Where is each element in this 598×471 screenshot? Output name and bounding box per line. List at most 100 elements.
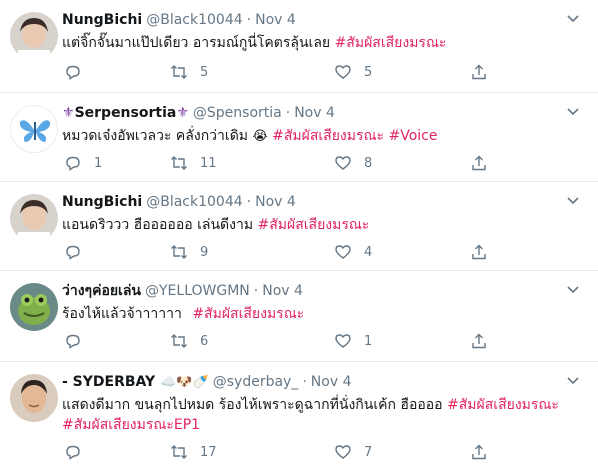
hashtag-link[interactable]: #สัมผัสเสียงมรณะ [447, 397, 559, 413]
reply-icon [66, 445, 80, 460]
action-bar: 1 11 8 [62, 153, 492, 173]
handle[interactable]: @syderbay_ [213, 374, 299, 390]
tweet[interactable]: - SYDERBAY ☁️🐶🍼 @syderbay_ · Nov 4 แสดงดีมาก… [0, 362, 598, 471]
display-name[interactable]: ว่างๆค่อยเล่น [62, 283, 141, 299]
display-name[interactable]: NungBichi [62, 194, 142, 210]
reply-button[interactable] [64, 331, 82, 351]
hashtag-link[interactable]: #สัมผัสเสียงมรณะEP1 [62, 417, 200, 433]
retweet-button[interactable]: 9 [170, 242, 208, 262]
reply-count: 1 [94, 155, 103, 171]
action-bar: 9 4 [62, 242, 492, 262]
like-count: 1 [364, 333, 373, 349]
heart-icon [335, 334, 351, 348]
handle[interactable]: @Black10044 [146, 12, 242, 28]
reply-button[interactable]: 1 [64, 153, 102, 173]
chevron-down-icon[interactable] [566, 283, 580, 297]
reply-button[interactable] [64, 442, 82, 462]
separator-dot: · [246, 194, 252, 210]
hashtag-link[interactable]: #สัมผัสเสียงมรณะ [272, 128, 384, 144]
separator-dot: · [246, 12, 252, 28]
retweet-count: 11 [200, 155, 217, 171]
display-name[interactable]: NungBichi [62, 12, 142, 28]
separator-dot: · [253, 283, 259, 299]
avatar[interactable] [10, 105, 58, 153]
share-icon [472, 444, 486, 460]
hashtag-link[interactable]: #สัมผัสเสียงมรณะ [335, 35, 447, 51]
chevron-down-icon[interactable] [566, 374, 580, 388]
timestamp[interactable]: Nov 4 [262, 283, 303, 299]
retweet-button[interactable]: 11 [170, 153, 217, 173]
avatar[interactable] [10, 283, 58, 331]
handle[interactable]: @Spensortia [193, 105, 282, 121]
retweet-count: 5 [200, 64, 209, 80]
tweet-text: หมวดเจ๋งอัพเวลวะ คลั่งกว่าเดิม 😭 #สัมผัส… [62, 125, 437, 148]
hashtag-link[interactable]: #สัมผัสเสียงมรณะ [258, 217, 370, 233]
retweet-count: 9 [200, 244, 209, 260]
like-button[interactable]: 4 [334, 242, 372, 262]
timestamp[interactable]: Nov 4 [294, 105, 335, 121]
tweet-text-line-2: #สัมผัสเสียงมรณะEP1 [62, 414, 200, 436]
like-button[interactable]: 7 [334, 442, 372, 462]
avatar[interactable] [10, 374, 58, 422]
share-icon [472, 244, 486, 260]
reply-icon [66, 65, 80, 80]
reply-button[interactable] [64, 242, 82, 262]
chevron-down-icon[interactable] [566, 105, 580, 119]
handle[interactable]: @Black10044 [146, 194, 242, 210]
heart-icon [335, 445, 351, 459]
like-button[interactable]: 5 [334, 62, 372, 82]
avatar[interactable] [10, 12, 58, 60]
share-button[interactable] [470, 331, 488, 351]
retweet-icon [171, 445, 187, 459]
retweet-icon [171, 156, 187, 170]
chevron-down-icon[interactable] [566, 12, 580, 26]
retweet-count: 17 [200, 444, 217, 460]
handle[interactable]: @YELLOWGMN [145, 283, 250, 299]
reply-button[interactable] [64, 62, 82, 82]
hashtag-link[interactable]: #Voice [388, 128, 437, 144]
timestamp[interactable]: Nov 4 [311, 374, 352, 390]
display-name[interactable]: - SYDERBAY [62, 374, 155, 390]
share-button[interactable] [470, 242, 488, 262]
share-icon [472, 155, 486, 171]
action-bar: 6 1 [62, 331, 492, 351]
name-emoji: ☁️🐶🍼 [160, 375, 209, 390]
retweet-button[interactable]: 17 [170, 442, 217, 462]
share-button[interactable] [470, 62, 488, 82]
separator-dot: · [285, 105, 291, 121]
retweet-icon [171, 334, 187, 348]
like-button[interactable]: 1 [334, 331, 372, 351]
display-name[interactable]: Serpensortia [75, 105, 177, 121]
retweet-icon [171, 65, 187, 79]
heart-icon [335, 156, 351, 170]
crying-emoji: 😭 [252, 129, 268, 144]
tweet-text: แต่จิ๊กจั๊นมาแป๊ปเดียว อารมณ์กูนี่โคตรลุ… [62, 32, 446, 54]
action-bar: 17 7 [62, 442, 492, 462]
chevron-down-icon[interactable] [566, 194, 580, 208]
timestamp[interactable]: Nov 4 [255, 194, 296, 210]
tweet[interactable]: ⚜Serpensortia⚜ @Spensortia · Nov 4 หมวดเจ๋ง… [0, 93, 598, 182]
avatar[interactable] [10, 194, 58, 242]
like-count: 4 [364, 244, 373, 260]
tweet-body: แสดงดีมาก ขนลุกไปหมด ร้องไห้เพราะดูฉากที… [62, 397, 443, 413]
action-bar: 5 5 [62, 62, 492, 82]
tweet-text: แสดงดีมาก ขนลุกไปหมด ร้องไห้เพราะดูฉากที… [62, 394, 559, 416]
like-count: 8 [364, 155, 373, 171]
tweet[interactable]: ว่างๆค่อยเล่น @YELLOWGMN · Nov 4 ร้องไห้แล้… [0, 271, 598, 362]
share-button[interactable] [470, 442, 488, 462]
tweet[interactable]: NungBichi @Black10044 · Nov 4 แอนดริววว ฮือ… [0, 182, 598, 271]
heart-icon [335, 65, 351, 79]
retweet-button[interactable]: 5 [170, 62, 208, 82]
heart-icon [335, 245, 351, 259]
reply-icon [66, 156, 80, 171]
tweet-body: แต่จิ๊กจั๊นมาแป๊ปเดียว อารมณ์กูนี่โคตรลุ… [62, 35, 331, 51]
tweet-body: ร้องไห้แล้วจ้าาาาาา [62, 306, 182, 322]
timestamp[interactable]: Nov 4 [255, 12, 296, 28]
retweet-button[interactable]: 6 [170, 331, 208, 351]
like-count: 5 [364, 64, 373, 80]
like-button[interactable]: 8 [334, 153, 372, 173]
tweet[interactable]: NungBichi @Black10044 · Nov 4 แต่จิ๊กจั๊นมา… [0, 0, 598, 93]
share-button[interactable] [470, 153, 488, 173]
hashtag-link[interactable]: #สัมผัสเสียงมรณะ [192, 306, 304, 322]
tweet-text: ร้องไห้แล้วจ้าาาาาา #สัมผัสเสียงมรณะ [62, 303, 304, 325]
